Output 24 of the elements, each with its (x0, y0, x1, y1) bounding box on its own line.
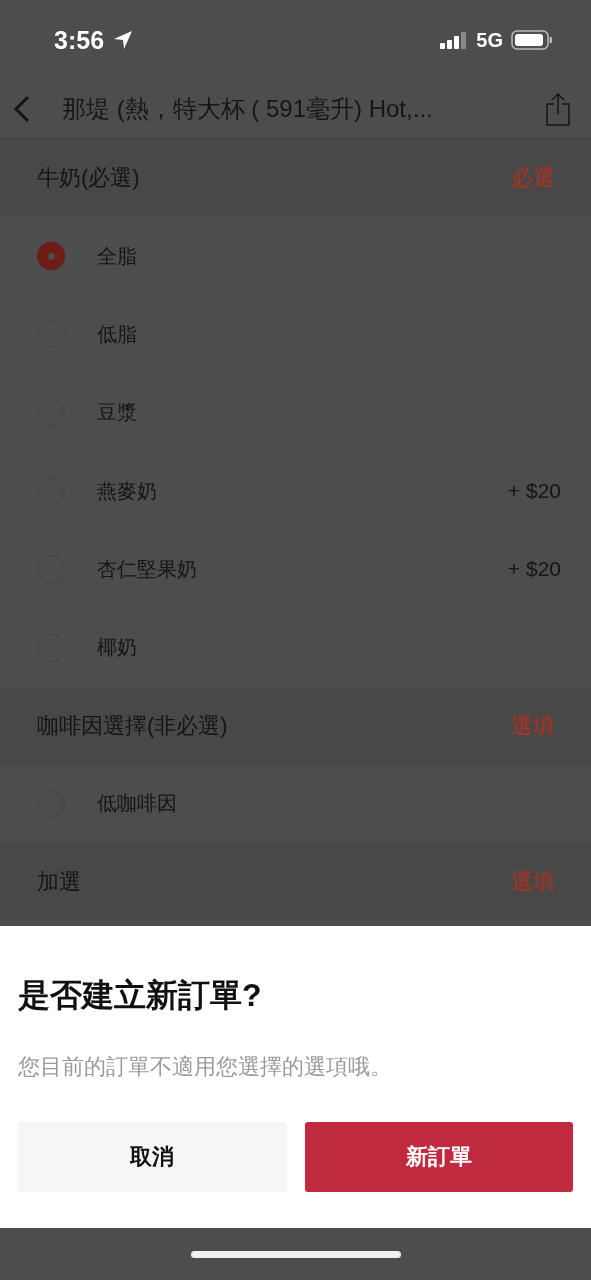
location-arrow-icon (112, 29, 135, 51)
option-label: 低咖啡因 (97, 791, 178, 817)
network-label: 5G (476, 28, 503, 52)
option-label: 椰奶 (97, 635, 138, 661)
section-tag: 選填 (511, 710, 555, 741)
dialog-title: 是否建立新訂單? (18, 976, 263, 1015)
radio-button[interactable] (37, 242, 65, 271)
section-tag: 必選 (511, 163, 555, 193)
share-icon[interactable] (545, 92, 571, 126)
option-price: + $20 (507, 557, 561, 582)
option-label: 燕麥奶 (97, 478, 158, 504)
option-price: + $20 (507, 479, 561, 504)
option-label: 豆漿 (97, 400, 138, 426)
signal-icon (440, 31, 469, 49)
cancel-button[interactable]: 取消 (18, 1122, 287, 1192)
option-label: 全脂 (97, 243, 138, 269)
battery-icon (511, 30, 553, 50)
section-tag: 選填 (511, 867, 555, 898)
status-time: 3:56 (54, 25, 105, 55)
confirm-button[interactable]: 新訂單 (304, 1122, 573, 1192)
option-label: 杏仁堅果奶 (97, 556, 198, 582)
dialog-message: 您目前的訂單不適用您選擇的選項哦。 (18, 1053, 393, 1081)
option-label: 低脂 (97, 321, 138, 347)
back-icon[interactable] (12, 94, 32, 124)
